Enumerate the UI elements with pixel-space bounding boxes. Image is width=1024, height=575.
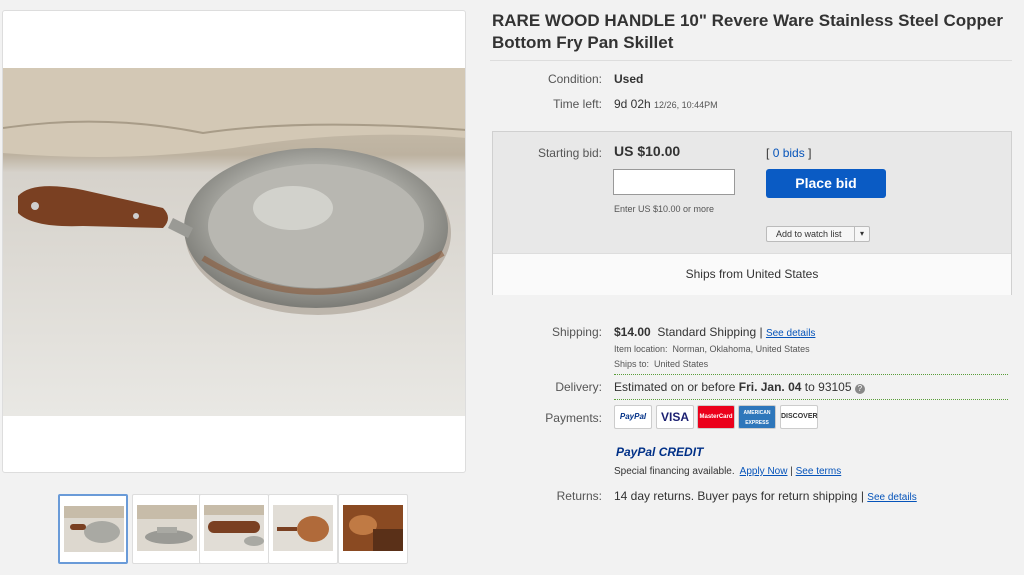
shipping-method: Standard Shipping: [657, 325, 757, 339]
divider: [490, 60, 1012, 61]
ships-to-label: Ships to:: [614, 359, 650, 369]
delivery-date: Fri. Jan. 04: [738, 380, 802, 394]
ships-from-text: Ships from United States: [685, 267, 819, 281]
product-photo[interactable]: [3, 68, 466, 416]
condition-value: Used: [614, 72, 644, 86]
help-icon[interactable]: ?: [854, 384, 865, 394]
separator: |: [790, 466, 793, 477]
ships-to: United States: [654, 359, 709, 369]
paypal-logo: PayPal: [614, 405, 652, 429]
shipping-label: Shipping:: [551, 325, 602, 339]
returns-label: Returns:: [556, 489, 602, 503]
main-image-panel[interactable]: [2, 10, 466, 473]
separator: |: [759, 325, 763, 339]
thumbnail-5[interactable]: [338, 494, 408, 564]
starting-bid-label: Starting bid:: [537, 146, 602, 160]
thumbnail-3[interactable]: [199, 494, 269, 564]
time-left-end: 12/26, 10:44PM: [654, 100, 718, 110]
financing-text: Special financing available.: [614, 466, 735, 477]
visa-logo: VISA: [656, 405, 694, 429]
watch-label: Add to watch list: [776, 229, 842, 239]
separator: |: [860, 489, 864, 503]
shipping-cost: $14.00: [614, 325, 651, 339]
apply-now-link[interactable]: Apply Now: [740, 466, 788, 477]
bid-amount-input[interactable]: [613, 169, 735, 195]
chevron-down-icon[interactable]: ▾: [854, 227, 869, 241]
see-terms-link[interactable]: See terms: [796, 466, 842, 477]
bids-bracket-open: [: [766, 146, 770, 160]
divider: [614, 399, 1008, 400]
time-left-label: Time left:: [553, 97, 602, 111]
thumbnail-1[interactable]: [58, 494, 128, 564]
delivery-prefix: Estimated on or before: [614, 380, 736, 394]
bids-count-link[interactable]: 0 bids: [773, 146, 805, 160]
shipping-details-link[interactable]: See details: [766, 328, 815, 339]
amex-logo: AMERICAN EXPRESS: [738, 405, 776, 429]
starting-bid-price: US $10.00: [614, 143, 681, 159]
ships-from-bar: Ships from United States: [493, 253, 1011, 295]
returns-details-link[interactable]: See details: [867, 492, 916, 503]
item-location-label: Item location:: [614, 344, 668, 354]
returns-value: 14 day returns. Buyer pays for return sh…: [614, 489, 858, 503]
condition-label: Condition:: [547, 72, 602, 86]
time-left-value: 9d 02h 12/26, 10:44PM: [614, 97, 718, 111]
payments-label: Payments:: [545, 411, 602, 425]
add-to-watch-list-button[interactable]: Add to watch list ▾: [766, 226, 870, 242]
mastercard-logo: MasterCard: [697, 405, 735, 429]
time-left-remaining: 9d 02h: [614, 97, 651, 111]
bids-bracket-close: ]: [808, 146, 812, 160]
thumbnail-2[interactable]: [132, 494, 202, 564]
discover-logo: DISCOVER: [780, 405, 818, 429]
thumbnail-4[interactable]: [268, 494, 338, 564]
divider: [614, 374, 1008, 375]
place-bid-button[interactable]: Place bid: [766, 169, 886, 198]
delivery-zip: to 93105: [804, 380, 852, 394]
delivery-label: Delivery:: [555, 380, 602, 394]
item-title: RARE WOOD HANDLE 10" Revere Ware Stainle…: [492, 11, 1003, 52]
bid-hint: Enter US $10.00 or more: [614, 204, 715, 214]
paypal-credit-logo: PayPal CREDIT: [616, 445, 704, 459]
item-location: Norman, Oklahoma, United States: [672, 344, 810, 354]
